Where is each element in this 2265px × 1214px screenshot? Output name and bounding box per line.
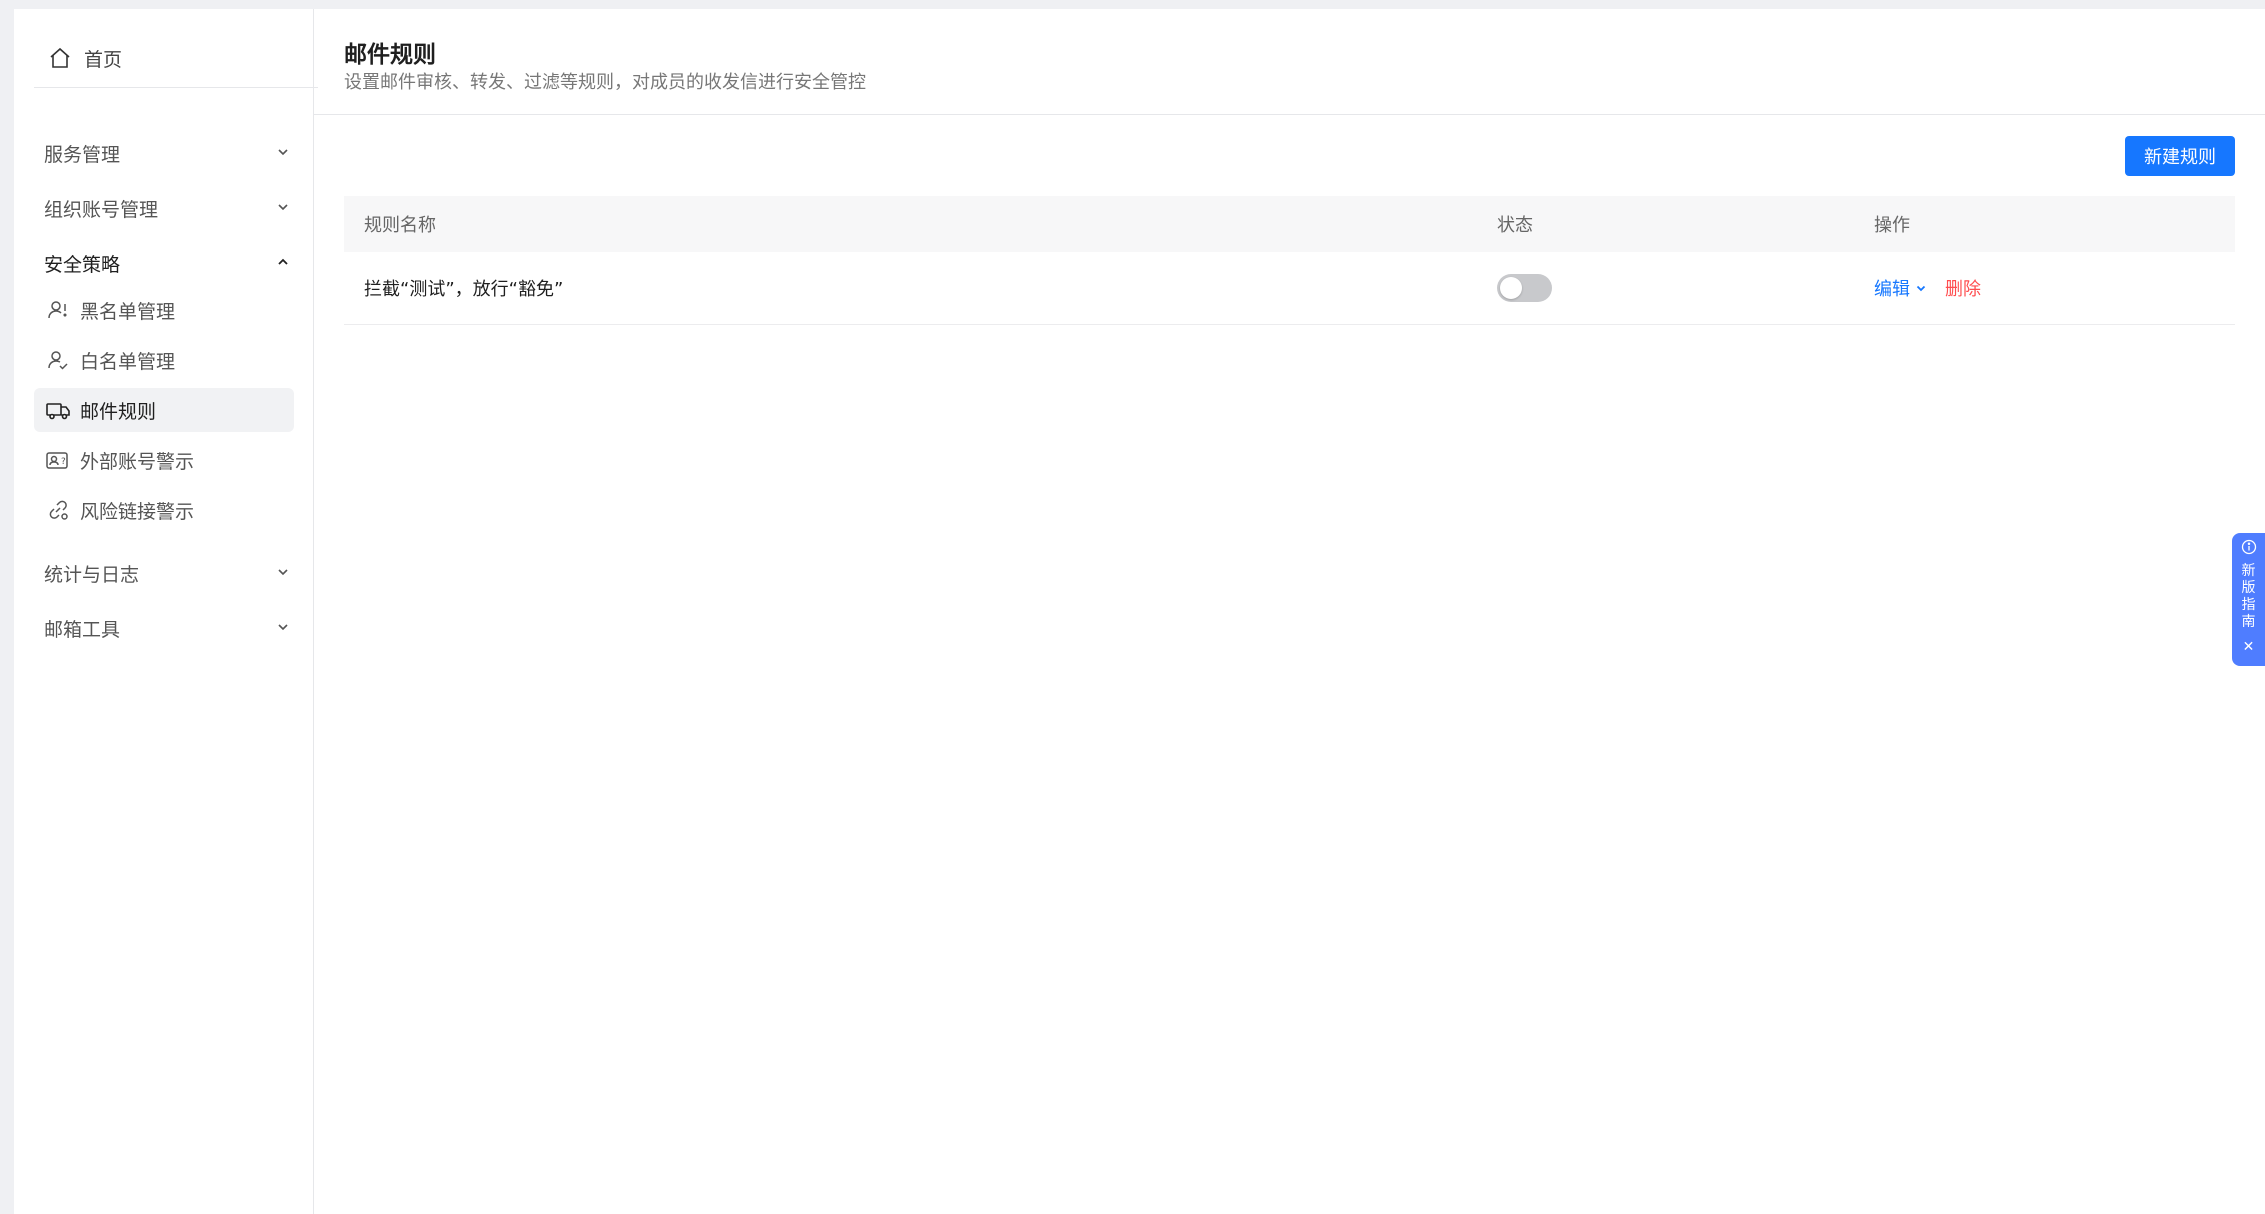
home-icon — [44, 42, 76, 74]
user-check-icon — [44, 346, 72, 374]
nav-group-label: 统计与日志 — [44, 563, 140, 586]
app-frame: 首页 服务管理 组织账号管理 安全策略 黑名单管理 白名单管理 邮件规则 ? 外… — [14, 9, 2265, 1214]
edit-link-label: 编辑 — [1874, 279, 1910, 300]
link-warning-icon — [44, 496, 72, 524]
info-icon — [2241, 539, 2257, 559]
column-header-actions: 操作 — [1874, 215, 1910, 236]
nav-group-service[interactable]: 服务管理 — [34, 133, 304, 173]
nav-group-label: 组织账号管理 — [44, 198, 159, 221]
external-account-icon: ? — [44, 446, 72, 474]
edit-dropdown[interactable]: 编辑 — [1874, 275, 1927, 301]
guide-label: 新版指南 — [2241, 563, 2256, 630]
sidebar-item-label: 黑名单管理 — [80, 300, 176, 323]
nav-group-security[interactable]: 安全策略 — [34, 243, 304, 283]
nav-group-label: 邮箱工具 — [44, 618, 121, 641]
sidebar-item-whitelist[interactable]: 白名单管理 — [34, 338, 294, 382]
sidebar-item-label: 风险链接警示 — [80, 500, 195, 523]
sidebar-item-blacklist[interactable]: 黑名单管理 — [34, 288, 294, 332]
new-guide-widget[interactable]: 新版指南 ✕ — [2232, 533, 2265, 666]
home-label: 首页 — [84, 48, 123, 71]
nav-group-mail-tools[interactable]: 邮箱工具 — [34, 608, 304, 648]
nav-group-label: 安全策略 — [44, 253, 121, 276]
close-icon[interactable]: ✕ — [2243, 639, 2255, 655]
chevron-down-icon — [276, 199, 290, 218]
main-content: 邮件规则 设置邮件审核、转发、过滤等规则，对成员的收发信进行安全管控 新建规则 … — [314, 9, 2265, 1214]
chevron-down-icon — [276, 619, 290, 638]
status-toggle[interactable] — [1497, 274, 1552, 302]
truck-icon — [44, 396, 72, 424]
sidebar-item-external-account[interactable]: ? 外部账号警示 — [34, 438, 294, 482]
divider — [34, 87, 318, 88]
sidebar-item-home[interactable]: 首页 — [34, 29, 294, 87]
status-cell — [1497, 274, 1552, 302]
column-header-name: 规则名称 — [364, 215, 436, 236]
sidebar-item-mail-rules[interactable]: 邮件规则 — [34, 388, 294, 432]
delete-link[interactable]: 删除 — [1945, 275, 1981, 301]
new-rule-button[interactable]: 新建规则 — [2125, 136, 2235, 176]
user-block-icon — [44, 296, 72, 324]
chevron-down-icon — [1915, 282, 1927, 294]
sidebar-item-label: 白名单管理 — [80, 350, 176, 373]
actions-cell: 编辑 删除 — [1874, 275, 1981, 301]
nav-group-stats-logs[interactable]: 统计与日志 — [34, 553, 304, 593]
svg-text:?: ? — [61, 457, 66, 467]
column-header-status: 状态 — [1497, 215, 1533, 236]
chevron-down-icon — [276, 144, 290, 163]
page-description: 设置邮件审核、转发、过滤等规则，对成员的收发信进行安全管控 — [344, 72, 866, 93]
nav-group-label: 服务管理 — [44, 143, 121, 166]
sidebar-item-label: 外部账号警示 — [80, 450, 195, 473]
chevron-up-icon — [276, 254, 290, 273]
rule-name: 拦截“测试”，放行“豁免” — [364, 279, 564, 300]
page-title: 邮件规则 — [344, 42, 436, 68]
sidebar-item-label: 邮件规则 — [80, 400, 157, 423]
page-header: 邮件规则 设置邮件审核、转发、过滤等规则，对成员的收发信进行安全管控 — [314, 9, 2265, 115]
table-header: 规则名称 状态 操作 — [344, 196, 2235, 252]
rules-table: 规则名称 状态 操作 拦截“测试”，放行“豁免” 编辑 删除 — [344, 196, 2235, 325]
chevron-down-icon — [276, 564, 290, 583]
toggle-knob — [1500, 277, 1522, 299]
sidebar: 首页 服务管理 组织账号管理 安全策略 黑名单管理 白名单管理 邮件规则 ? 外… — [14, 9, 318, 1214]
sidebar-item-risk-link[interactable]: 风险链接警示 — [34, 488, 294, 532]
nav-group-org-account[interactable]: 组织账号管理 — [34, 188, 304, 228]
table-row: 拦截“测试”，放行“豁免” 编辑 删除 — [344, 252, 2235, 325]
